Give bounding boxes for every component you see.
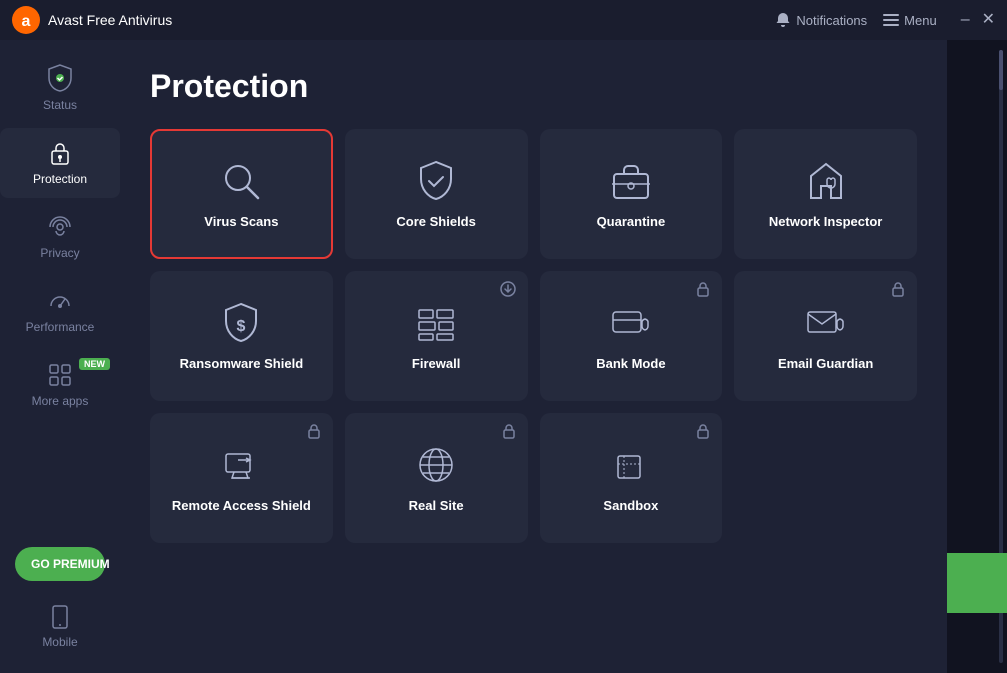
- sidebar-status-label: Status: [43, 98, 77, 112]
- briefcase-icon: [608, 158, 654, 204]
- svg-text:a: a: [22, 13, 31, 30]
- close-button[interactable]: ✕: [982, 12, 995, 28]
- lock-icon: [48, 140, 72, 166]
- tile-virus-scans-label: Virus Scans: [204, 214, 278, 231]
- tile-quarantine[interactable]: Quarantine: [540, 129, 723, 259]
- mobile-icon: [50, 605, 70, 629]
- sidebar-item-performance[interactable]: Performance: [0, 276, 120, 346]
- sidebar-item-mobile[interactable]: Mobile: [34, 593, 85, 661]
- fingerprint-icon: [47, 214, 73, 240]
- card-shield-icon: [608, 300, 654, 346]
- lock-icon-realsite: [502, 423, 516, 439]
- shield-check-icon: [413, 158, 459, 204]
- tile-email-guardian[interactable]: Email Guardian: [734, 271, 917, 401]
- tile-quarantine-label: Quarantine: [597, 214, 666, 231]
- grid-icon: [47, 362, 73, 388]
- sidebar-item-status[interactable]: Status: [0, 52, 120, 124]
- lock-icon-sandbox: [696, 423, 710, 439]
- globe-icon: [413, 442, 459, 488]
- tile-ransomware-shield-label: Ransomware Shield: [180, 356, 304, 373]
- bricks-icon: [413, 300, 459, 346]
- tile-firewall[interactable]: Firewall: [345, 271, 528, 401]
- tile-bank-mode-label: Bank Mode: [596, 356, 665, 373]
- notifications-button[interactable]: Notifications: [775, 12, 867, 28]
- go-premium-button[interactable]: GO PREMIUM: [15, 547, 105, 581]
- title-bar-right: Notifications Menu – ✕: [775, 12, 995, 28]
- tile-ransomware-shield[interactable]: $ Ransomware Shield: [150, 271, 333, 401]
- lock-icon-remote: [307, 423, 321, 439]
- main-layout: Status Protection Privacy: [0, 40, 1007, 673]
- window-controls: – ✕: [961, 12, 995, 28]
- menu-label: Menu: [904, 13, 937, 28]
- tile-real-site[interactable]: Real Site: [345, 413, 528, 543]
- gauge-icon: [47, 288, 73, 314]
- tile-real-site-label: Real Site: [409, 498, 464, 515]
- notifications-label: Notifications: [796, 13, 867, 28]
- sidebar: Status Protection Privacy: [0, 40, 120, 673]
- tile-sandbox-label: Sandbox: [603, 498, 658, 515]
- tile-network-inspector-label: Network Inspector: [769, 214, 882, 231]
- tile-bank-mode[interactable]: Bank Mode: [540, 271, 723, 401]
- tile-email-guardian-label: Email Guardian: [778, 356, 873, 373]
- scrollbar-thumb[interactable]: [999, 50, 1003, 90]
- lock-icon-email: [891, 281, 905, 297]
- tile-network-inspector[interactable]: Network Inspector: [734, 129, 917, 259]
- title-bar-left: a Avast Free Antivirus: [12, 6, 172, 34]
- tiles-grid: Virus Scans Core Shields Quarantine: [150, 129, 917, 543]
- page-title: Protection: [150, 68, 917, 105]
- avast-logo: a: [12, 6, 40, 34]
- tile-remote-access-shield-label: Remote Access Shield: [172, 498, 311, 515]
- search-icon: [218, 158, 264, 204]
- content-area: Protection Virus Scans Core Shields: [120, 40, 947, 673]
- title-bar: a Avast Free Antivirus Notifications Men…: [0, 0, 1007, 40]
- tile-core-shields[interactable]: Core Shields: [345, 129, 528, 259]
- menu-button[interactable]: Menu: [883, 13, 937, 28]
- new-badge: NEW: [79, 358, 110, 370]
- house-shield-icon: [803, 158, 849, 204]
- remote-icon: [218, 442, 264, 488]
- tile-firewall-label: Firewall: [412, 356, 460, 373]
- sidebar-item-privacy[interactable]: Privacy: [0, 202, 120, 272]
- app-title: Avast Free Antivirus: [48, 12, 172, 28]
- email-shield-icon: [803, 300, 849, 346]
- bell-icon: [775, 12, 791, 28]
- right-panel-accent: [947, 553, 1007, 613]
- sidebar-item-more-apps[interactable]: NEW More apps: [0, 350, 120, 420]
- sidebar-more-apps-label: More apps: [32, 394, 89, 408]
- menu-icon: [883, 14, 899, 26]
- sidebar-performance-label: Performance: [26, 320, 95, 334]
- tile-core-shields-label: Core Shields: [396, 214, 475, 231]
- sidebar-protection-label: Protection: [33, 172, 87, 186]
- download-icon: [500, 281, 516, 297]
- dollar-shield-icon: $: [218, 300, 264, 346]
- minimize-button[interactable]: –: [961, 12, 970, 28]
- tile-virus-scans[interactable]: Virus Scans: [150, 129, 333, 259]
- sidebar-privacy-label: Privacy: [40, 246, 79, 260]
- shield-icon: [47, 64, 73, 92]
- tile-remote-access-shield[interactable]: Remote Access Shield: [150, 413, 333, 543]
- lock-icon-bank: [696, 281, 710, 297]
- box-icon: [608, 442, 654, 488]
- svg-text:$: $: [237, 318, 246, 335]
- sidebar-item-protection[interactable]: Protection: [0, 128, 120, 198]
- tile-sandbox[interactable]: Sandbox: [540, 413, 723, 543]
- right-panel: [947, 40, 1007, 673]
- sidebar-mobile-label: Mobile: [42, 635, 77, 649]
